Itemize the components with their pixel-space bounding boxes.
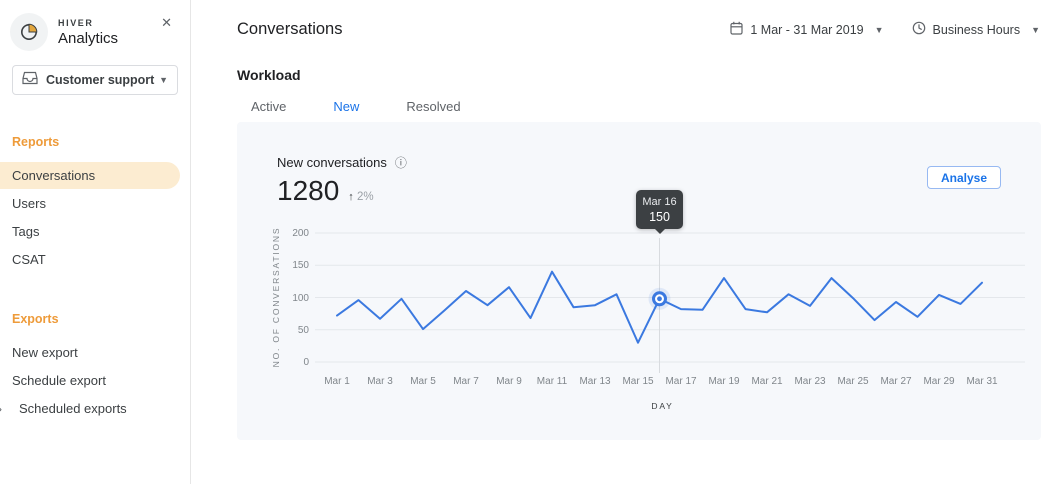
x-axis-title: DAY [315, 401, 1010, 411]
chevron-down-icon: ▼ [1031, 25, 1040, 35]
line-chart[interactable]: NO. OF CONVERSATIONS 050100150200 Mar 1M… [315, 233, 1010, 362]
inbox-selector-label: Customer support [46, 73, 159, 87]
x-tick-label: Mar 25 [831, 376, 875, 387]
sidebar-item-schedule-export[interactable]: Schedule export [0, 367, 190, 394]
app-window: HIVER Analytics ✕ Customer support ▼ Rep… [0, 0, 1058, 484]
metric-change: ↑ 2% [348, 191, 373, 203]
chart-plot [315, 233, 1010, 362]
x-tick-label: Mar 5 [401, 376, 445, 387]
tooltip-arrow-icon [655, 229, 665, 234]
page-title: Conversations [237, 20, 342, 39]
date-range-label: 1 Mar - 31 Mar 2019 [750, 23, 863, 37]
sidebar-item-scheduled-exports[interactable]: › Scheduled exports [0, 395, 190, 422]
y-tick-label: 150 [273, 260, 309, 271]
sidebar-nav: Reports Conversations Users Tags CSAT Ex… [0, 135, 190, 422]
sidebar-item-conversations[interactable]: Conversations [0, 162, 180, 189]
x-tick-label: Mar 23 [788, 376, 832, 387]
analyse-button[interactable]: Analyse [927, 166, 1001, 189]
tooltip-value: 150 [636, 210, 683, 224]
x-tick-label: Mar 11 [530, 376, 574, 387]
x-tick-label: Mar 13 [573, 376, 617, 387]
x-tick-label: Mar 19 [702, 376, 746, 387]
sidebar-item-new-export[interactable]: New export [0, 339, 190, 366]
chart-tooltip: Mar 16 150 [636, 190, 683, 229]
arrow-up-icon: ↑ [348, 191, 354, 203]
nav-section-exports: Exports [0, 312, 190, 326]
y-tick-label: 100 [273, 293, 309, 304]
workload-title: Workload [237, 67, 301, 83]
y-tick-label: 0 [273, 357, 309, 368]
y-tick-label: 200 [273, 228, 309, 239]
brand-product: Analytics [58, 30, 118, 47]
x-tick-label: Mar 7 [444, 376, 488, 387]
x-tick-label: Mar 3 [358, 376, 402, 387]
info-icon[interactable]: ⓘ [395, 154, 407, 171]
clock-icon [912, 21, 926, 38]
nav-gap [0, 274, 190, 312]
date-range-picker[interactable]: 1 Mar - 31 Mar 2019 ▼ [730, 21, 883, 38]
chevron-down-icon: ▼ [159, 75, 168, 85]
brand-name: HIVER [58, 18, 118, 28]
main-content: Conversations 1 Mar - 31 Mar 2019 ▼ [191, 0, 1058, 484]
inbox-selector[interactable]: Customer support ▼ [12, 65, 178, 95]
x-tick-label: Mar 27 [874, 376, 918, 387]
x-tick-label: Mar 29 [917, 376, 961, 387]
x-tick-label: Mar 31 [960, 376, 1004, 387]
metric-value: 1280 [277, 175, 339, 207]
hours-filter-label: Business Hours [933, 23, 1021, 37]
chevron-right-icon: › [0, 402, 2, 416]
x-tick-label: Mar 21 [745, 376, 789, 387]
y-tick-label: 50 [273, 325, 309, 336]
sidebar-item-csat[interactable]: CSAT [0, 246, 190, 273]
tooltip-date: Mar 16 [636, 196, 683, 208]
x-tick-label: Mar 15 [616, 376, 660, 387]
sidebar: HIVER Analytics ✕ Customer support ▼ Rep… [0, 0, 191, 484]
x-tick-label: Mar 9 [487, 376, 531, 387]
brand-text: HIVER Analytics [58, 18, 118, 47]
metric-label: New conversations [277, 155, 387, 170]
inbox-icon [22, 71, 38, 90]
x-tick-label: Mar 17 [659, 376, 703, 387]
chart-card: New conversations ⓘ 1280 ↑ 2% Analyse NO… [237, 122, 1041, 440]
nav-section-reports: Reports [0, 135, 190, 149]
page-header: Conversations 1 Mar - 31 Mar 2019 ▼ [237, 20, 1040, 39]
header-controls: 1 Mar - 31 Mar 2019 ▼ Business Hours ▼ [730, 21, 1040, 38]
calendar-icon [730, 21, 743, 38]
close-icon[interactable]: ✕ [161, 15, 172, 31]
hiver-logo-icon [10, 13, 48, 51]
sidebar-item-tags[interactable]: Tags [0, 218, 190, 245]
x-tick-label: Mar 1 [315, 376, 359, 387]
hours-filter[interactable]: Business Hours ▼ [912, 21, 1040, 38]
chevron-down-icon: ▼ [875, 25, 884, 35]
sidebar-item-users[interactable]: Users [0, 190, 190, 217]
metric-block: New conversations ⓘ 1280 ↑ 2% [277, 154, 407, 207]
